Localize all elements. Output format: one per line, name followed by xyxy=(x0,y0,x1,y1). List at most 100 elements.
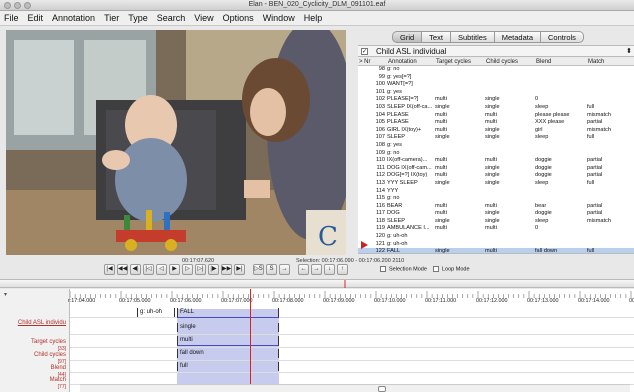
column-header-match[interactable]: Match xyxy=(588,58,604,66)
go-to-begin-button[interactable]: |◀ xyxy=(104,264,115,275)
table-row[interactable]: 110 IX(off-camera)... multi multi doggie part… xyxy=(358,157,634,165)
tier-label-child-asl-individu[interactable]: Child ASL individu xyxy=(18,320,66,327)
cell-annotation: DOG xyxy=(387,210,400,217)
column-header-child-cycles[interactable]: Child cycles xyxy=(486,58,518,66)
tab-controls[interactable]: Controls xyxy=(541,31,584,43)
menu-annotation[interactable]: Annotation xyxy=(52,13,95,23)
loop-mode-checkbox[interactable] xyxy=(433,266,439,272)
column-header-annotation[interactable]: Annotation xyxy=(388,58,417,66)
selection-bound-button[interactable]: → xyxy=(279,264,290,275)
menu-options[interactable]: Options xyxy=(223,13,254,23)
menu-type[interactable]: Type xyxy=(128,13,148,23)
table-row[interactable]: 104 PLEASE multi multi please please mismatch xyxy=(358,112,634,120)
timeline-overview[interactable] xyxy=(0,279,634,288)
clear-selection-button[interactable]: S xyxy=(266,264,277,275)
next-second-button[interactable]: |▶ xyxy=(208,264,219,275)
tier-label-child-cycles[interactable]: Child cycles xyxy=(34,352,66,359)
annotation-fall[interactable]: FALL xyxy=(177,308,279,318)
previous-pixel-button[interactable]: ◁ xyxy=(156,264,167,275)
ruler-tick-label: 00:17:15.000 xyxy=(629,298,634,304)
table-row[interactable]: 109 g: no xyxy=(358,150,634,158)
timeline-viewer[interactable]: ▾ Child ASL individu Target cycles [33] Chi… xyxy=(0,289,634,392)
loop-mode-toggle[interactable]: Loop Mode xyxy=(433,266,470,272)
table-row[interactable]: 113 YYY SLEEP single single sleep full xyxy=(358,180,634,188)
menu-view[interactable]: View xyxy=(194,13,213,23)
previous-frame-button[interactable]: |◁ xyxy=(143,264,154,275)
menu-search[interactable]: Search xyxy=(157,13,186,23)
tier-label-match[interactable]: Match xyxy=(50,377,66,384)
table-row[interactable]: 111 DOG IX(off-cam... multi single doggie par… xyxy=(358,165,634,173)
table-row[interactable]: 101 g: yes xyxy=(358,89,634,97)
timeline-scrollbar[interactable] xyxy=(80,384,630,392)
video-viewer[interactable]: C xyxy=(6,30,346,255)
menu-edit[interactable]: Edit xyxy=(28,13,44,23)
timeline-scroll-thumb[interactable] xyxy=(378,386,386,392)
go-to-end-button[interactable]: ▶| xyxy=(234,264,245,275)
step-right-button[interactable]: → xyxy=(311,264,322,275)
cell-blend: fall down xyxy=(535,248,558,254)
tab-text[interactable]: Text xyxy=(422,31,451,43)
crosshair-cursor[interactable] xyxy=(250,289,251,384)
table-row[interactable]: 102 PLEASE[=?] multi single 0 xyxy=(358,96,634,104)
current-annotation-marker-icon xyxy=(361,241,368,249)
ruler-tick-label: 00:17:07.000 xyxy=(221,298,253,304)
tier-label-target-cycles[interactable]: Target cycles xyxy=(31,339,66,346)
video-frame: C xyxy=(6,30,346,255)
timeline-tracks[interactable]: r:17:04.000 00:17:05.000 00:17:06.000 00:17… xyxy=(68,289,634,392)
select-arrows-icon[interactable]: ⬍ xyxy=(626,47,632,55)
menu-file[interactable]: File xyxy=(4,13,19,23)
cell-target-cycles: single xyxy=(435,134,450,141)
step-up-button[interactable]: ↑ xyxy=(337,264,348,275)
table-row[interactable]: 106 GIRL IX(toy)+ multi single girl mismatch xyxy=(358,127,634,135)
annotation-child-multi[interactable]: multi xyxy=(177,336,279,346)
tier-visible-checkbox[interactable]: ✓ xyxy=(361,48,368,55)
annotation-target-single[interactable]: single xyxy=(177,323,279,332)
annotation-uh-oh[interactable]: g: uh-oh xyxy=(137,308,175,317)
table-row[interactable]: 118 SLEEP single single sleep mismatch xyxy=(358,218,634,226)
selection-mode-checkbox[interactable] xyxy=(380,266,386,272)
tab-grid[interactable]: Grid xyxy=(392,31,423,43)
play-pause-button[interactable]: ▶ xyxy=(169,264,180,275)
table-row[interactable]: 120 g: uh-oh xyxy=(358,233,634,241)
table-row[interactable]: 121 g: uh-oh xyxy=(358,241,634,249)
column-header-nr[interactable]: > Nr xyxy=(359,58,371,66)
ruler-tick-label: 00:17:14.000 xyxy=(578,298,610,304)
table-row[interactable]: 122 FALL single multi fall down full xyxy=(358,248,634,254)
column-header-target-cycles[interactable]: Target cycles xyxy=(436,58,471,66)
step-down-button[interactable]: ↓ xyxy=(324,264,335,275)
tier-select[interactable]: Child ASL individual xyxy=(376,47,446,56)
table-row[interactable]: 116 BEAR multi multi bear partial xyxy=(358,203,634,211)
next-scroll-view-button[interactable]: ▶▶ xyxy=(221,264,232,275)
table-row[interactable]: 119 AMBULANCE I... multi multi 0 xyxy=(358,225,634,233)
table-row[interactable]: 112 DOG[=?] IX(toy) multi single doggie parti… xyxy=(358,172,634,180)
table-row[interactable]: 103 SLEEP IX(off-ca... single single sleep fu… xyxy=(358,104,634,112)
cell-nr: 109 xyxy=(375,149,385,156)
annotation-match-full[interactable]: full xyxy=(177,362,279,371)
tab-subtitles[interactable]: Subtitles xyxy=(450,31,495,43)
table-row[interactable]: 114 YYY xyxy=(358,188,634,196)
annotation-grid[interactable]: > Nr Annotation Target cycles Child cycles B… xyxy=(358,58,634,254)
table-row[interactable]: 105 PLEASE multi multi XXX please partial xyxy=(358,119,634,127)
step-left-button[interactable]: ← xyxy=(298,264,309,275)
tier-label-blend[interactable]: Blend xyxy=(51,365,66,372)
annotation-blend-fall-down[interactable]: fall down xyxy=(177,349,279,358)
menu-tier[interactable]: Tier xyxy=(104,13,119,23)
previous-second-button[interactable]: ◀| xyxy=(130,264,141,275)
table-row[interactable]: 107 SLEEP single single sleep full xyxy=(358,134,634,142)
table-row[interactable]: 99 g: yes[=?] xyxy=(358,74,634,82)
timeline-menu-icon[interactable]: ▾ xyxy=(4,291,7,298)
menu-window[interactable]: Window xyxy=(263,13,295,23)
selection-mode-toggle[interactable]: Selection Mode xyxy=(380,266,427,272)
next-frame-button[interactable]: ▷| xyxy=(195,264,206,275)
table-row[interactable]: 108 g: yes xyxy=(358,142,634,150)
previous-scroll-view-button[interactable]: ◀◀ xyxy=(117,264,128,275)
column-header-blend[interactable]: Blend xyxy=(536,58,551,66)
menu-help[interactable]: Help xyxy=(304,13,323,23)
table-row[interactable]: 98 g: no xyxy=(358,66,634,74)
next-pixel-button[interactable]: ▷ xyxy=(182,264,193,275)
table-row[interactable]: 117 DOG multi single doggie partial xyxy=(358,210,634,218)
table-row[interactable]: 115 g: no xyxy=(358,195,634,203)
table-row[interactable]: 100 WANT[=?] xyxy=(358,81,634,89)
tab-metadata[interactable]: Metadata xyxy=(494,31,541,43)
play-selection-button[interactable]: ▷S xyxy=(253,264,264,275)
